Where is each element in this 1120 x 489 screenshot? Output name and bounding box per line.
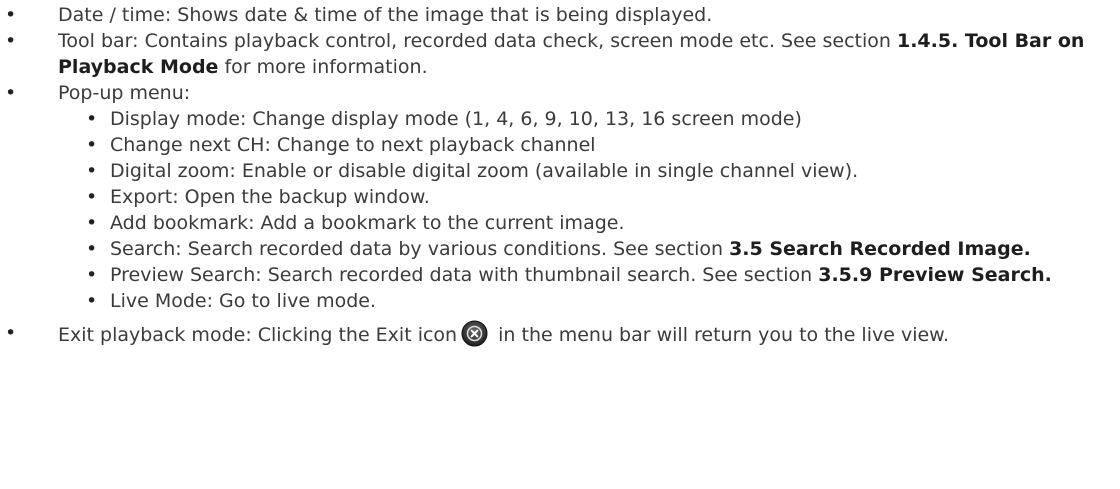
list-item-popup-menu: Pop-up menu: Display mode: Change displa… <box>0 80 1120 314</box>
sub-item-change-next-ch: Change next CH: Change to next playback … <box>58 132 1120 158</box>
section-reference: 3.5.9 Preview Search. <box>818 264 1052 286</box>
sub-item-export: Export: Open the backup window. <box>58 184 1120 210</box>
sub-item-digital-zoom: Digital zoom: Enable or disable digital … <box>58 158 1120 184</box>
sub-item-add-bookmark: Add bookmark: Add a bookmark to the curr… <box>58 210 1120 236</box>
list-item-exit-playback: Exit playback mode: Clicking the Exit ic… <box>0 320 1120 348</box>
section-reference: 3.5 Search Recorded Image. <box>729 238 1031 260</box>
sub-item-preview-search: Preview Search: Search recorded data wit… <box>58 262 1120 288</box>
sub-item-display-mode: Display mode: Change display mode (1, 4,… <box>58 106 1120 132</box>
list-item-date-time: Date / time: Shows date & time of the im… <box>0 2 1120 28</box>
popup-sub-list: Display mode: Change display mode (1, 4,… <box>0 106 1120 314</box>
document-body: Date / time: Shows date & time of the im… <box>0 2 1120 348</box>
bullet-list: Date / time: Shows date & time of the im… <box>0 2 1120 348</box>
list-item-tool-bar: Tool bar: Contains playback control, rec… <box>0 28 1120 80</box>
sub-item-search: Search: Search recorded data by various … <box>58 236 1120 262</box>
close-circle-icon <box>461 320 488 347</box>
sub-item-live-mode: Live Mode: Go to live mode. <box>58 288 1120 314</box>
